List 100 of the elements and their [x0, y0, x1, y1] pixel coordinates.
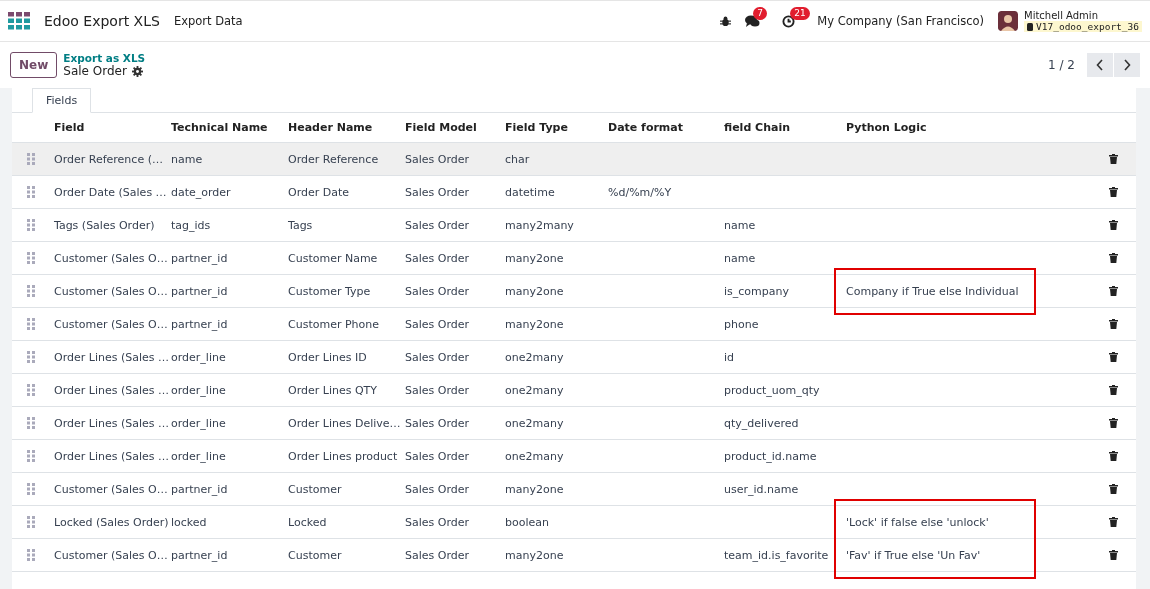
drag-handle-icon[interactable]: [27, 351, 35, 363]
column-header[interactable]: Python Logic: [846, 121, 927, 134]
trash-icon[interactable]: [1109, 352, 1118, 362]
table-cell: id: [724, 350, 735, 364]
table-cell: Tags (Sales Order): [54, 218, 155, 232]
user-name: Mitchell Admin: [1024, 10, 1099, 21]
table-cell: order_line: [171, 350, 226, 364]
column-header[interactable]: Field: [54, 121, 85, 134]
next-button[interactable]: [1114, 53, 1140, 77]
table-cell: user_id.name: [724, 482, 799, 496]
table-cell: %d/%m/%Y: [608, 185, 672, 199]
drag-handle-icon[interactable]: [27, 417, 35, 429]
table-row[interactable]: Customer (Sales O… partner_id Customer Sales Order many2one team_id.is_favorite 'Fav' if True else 'Un Fav': [12, 539, 1136, 572]
column-header[interactable]: Technical Name: [171, 121, 268, 134]
table-row[interactable]: Customer (Sales O… partner_id Customer Type Sales Order many2one is_company Company if True else Individual: [12, 275, 1136, 308]
table-cell: partner_id: [171, 251, 228, 265]
pager-value: 1 / 2: [1048, 58, 1075, 72]
table-cell: many2one: [505, 251, 564, 265]
table-cell: order_line: [171, 383, 226, 397]
drag-handle-icon[interactable]: [27, 219, 35, 231]
table-row[interactable]: Order Lines (Sales … order_line Order Lines QTY Sales Order one2many product_uom_qty: [12, 374, 1136, 407]
table-row[interactable]: Order Lines (Sales … order_line Order Lines Delive… Sales Order one2many qty_delivered: [12, 407, 1136, 440]
table-row[interactable]: Tags (Sales Order) tag_ids Tags Sales Order many2many name: [12, 209, 1136, 242]
table-cell: Order Lines QTY: [288, 383, 377, 397]
table-cell: Sales Order: [405, 317, 470, 331]
trash-icon[interactable]: [1109, 220, 1118, 230]
chevron-left-icon: [1096, 59, 1104, 71]
trash-icon[interactable]: [1109, 154, 1118, 164]
table-cell: Order Reference: [288, 152, 379, 166]
drag-handle-icon[interactable]: [27, 318, 35, 330]
table-cell: Sales Order: [405, 548, 470, 562]
trash-icon[interactable]: [1109, 319, 1118, 329]
menu-item[interactable]: Export Data: [173, 14, 243, 28]
drag-handle-icon[interactable]: [27, 450, 35, 462]
bug-icon[interactable]: [720, 15, 732, 27]
table-row[interactable]: Order Date (Sales … date_order Order Date Sales Order datetime %d/%m/%Y: [12, 176, 1136, 209]
drag-handle-icon[interactable]: [27, 153, 35, 165]
table-cell: 'Fav' if True else 'Un Fav': [846, 548, 981, 562]
drag-handle-icon[interactable]: [27, 384, 35, 396]
table-cell: Customer Type: [288, 284, 371, 298]
drag-handle-icon[interactable]: [27, 252, 35, 264]
column-header[interactable]: Header Name: [288, 121, 373, 134]
table-row[interactable]: Locked (Sales Order) locked Locked Sales Order boolean 'Lock' if false else 'unlock': [12, 506, 1136, 539]
table-cell: Order Lines Delive…: [288, 416, 401, 430]
drag-handle-icon[interactable]: [27, 483, 35, 495]
app-name: Edoo Export XLS: [44, 13, 160, 29]
column-header[interactable]: Field Model: [405, 121, 477, 134]
breadcrumb-link[interactable]: Export as XLS: [63, 52, 146, 64]
trash-icon[interactable]: [1109, 451, 1118, 461]
chevron-right-icon: [1123, 59, 1131, 71]
table-row[interactable]: Order Reference (… name Order Reference Sales Order char: [12, 143, 1136, 176]
table-cell: Customer (Sales O…: [54, 317, 168, 331]
table-cell: Sales Order: [405, 251, 470, 265]
new-button[interactable]: New: [10, 52, 58, 78]
table-cell: name: [724, 251, 756, 265]
tab[interactable]: Fields: [32, 88, 92, 113]
table-cell: Order Date: [288, 185, 350, 199]
table-cell: partner_id: [171, 317, 228, 331]
table-cell: locked: [171, 515, 207, 529]
trash-icon[interactable]: [1109, 286, 1118, 296]
table-cell: Sales Order: [405, 515, 470, 529]
trash-icon[interactable]: [1109, 550, 1118, 560]
trash-icon[interactable]: [1109, 253, 1118, 263]
avatar-icon[interactable]: [998, 11, 1019, 31]
drag-handle-icon[interactable]: [27, 549, 35, 561]
trash-icon[interactable]: [1109, 484, 1118, 494]
table-cell: Order Lines product: [288, 449, 398, 463]
column-header[interactable]: Date format: [608, 121, 683, 134]
column-header[interactable]: field Chain: [724, 121, 791, 134]
table-cell: Sales Order: [405, 416, 470, 430]
drag-handle-icon[interactable]: [27, 516, 35, 528]
table-row[interactable]: Customer (Sales O… partner_id Customer Phone Sales Order many2one phone: [12, 308, 1136, 341]
table-cell: many2one: [505, 317, 564, 331]
record-title: Sale Order: [63, 64, 127, 78]
trash-icon[interactable]: [1109, 517, 1118, 527]
previous-button[interactable]: [1087, 53, 1113, 77]
table-cell: Sales Order: [405, 383, 470, 397]
table-cell: Customer (Sales O…: [54, 482, 168, 496]
table-cell: boolean: [505, 515, 549, 529]
table-cell: partner_id: [171, 284, 228, 298]
trash-icon[interactable]: [1109, 187, 1118, 197]
drag-handle-icon[interactable]: [27, 186, 35, 198]
clock-icon[interactable]: [782, 14, 796, 28]
table-cell: Sales Order: [405, 482, 470, 496]
table-row[interactable]: Order Lines (Sales … order_line Order Lines product Sales Order one2many product_id.name: [12, 440, 1136, 473]
table-row[interactable]: Customer (Sales O… partner_id Customer Name Sales Order many2one name: [12, 242, 1136, 275]
company-switcher[interactable]: My Company (San Francisco): [817, 14, 985, 28]
settings-icon[interactable]: [131, 65, 143, 77]
table-cell: one2many: [505, 350, 564, 364]
trash-icon[interactable]: [1109, 385, 1118, 395]
notification-badge: 7: [753, 6, 768, 20]
drag-handle-icon[interactable]: [27, 285, 35, 297]
apps-menu-icon[interactable]: [8, 12, 30, 30]
table-row[interactable]: Customer (Sales O… partner_id Customer Sales Order many2one user_id.name: [12, 473, 1136, 506]
column-header[interactable]: Field Type: [505, 121, 568, 134]
trash-icon[interactable]: [1109, 418, 1118, 428]
table-row[interactable]: Order Lines (Sales … order_line Order Lines ID Sales Order one2many id: [12, 341, 1136, 374]
table-cell: one2many: [505, 383, 564, 397]
table-cell: Customer (Sales O…: [54, 548, 168, 562]
table-cell: many2many: [505, 218, 574, 232]
